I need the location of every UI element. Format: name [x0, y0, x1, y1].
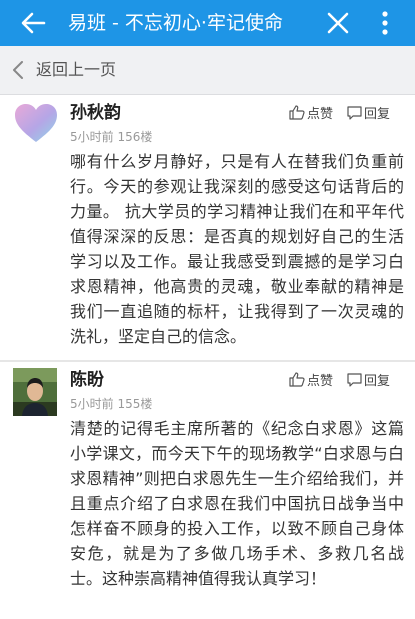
- comment-item: 陈盼 5小时前 155楼 点赞 回复 清楚的记得毛主席所著的《纪念白求恩》这篇小…: [0, 362, 415, 619]
- comment-body: 清楚的记得毛主席所著的《纪念白求恩》这篇小学课文，而今天下午的现场教学“白求恩与…: [70, 419, 404, 588]
- thumbs-up-icon: [289, 105, 305, 120]
- comment-item: 孙秋韵 5小时前 156楼 点赞 回复 哪有什么岁月静好，只是有人在替我们负重前…: [0, 95, 415, 360]
- username[interactable]: 孙秋韵: [70, 98, 121, 123]
- more-vertical-icon[interactable]: [380, 10, 390, 36]
- arrow-left-icon[interactable]: [20, 11, 46, 35]
- post-meta: 5小时前 155楼: [70, 397, 153, 411]
- comment-icon: [347, 105, 362, 120]
- page-title: 易班 - 不忘初心·牢记使命: [68, 12, 283, 34]
- like-button[interactable]: 点赞: [289, 370, 333, 389]
- title-bar: 易班 - 不忘初心·牢记使命: [0, 0, 415, 46]
- chevron-left-icon: [13, 61, 23, 79]
- like-label: 点赞: [307, 374, 334, 389]
- username[interactable]: 陈盼: [70, 365, 104, 390]
- reply-button[interactable]: 回复: [347, 370, 390, 389]
- post-meta: 5小时前 156楼: [70, 130, 153, 144]
- reply-button[interactable]: 回复: [347, 103, 390, 122]
- back-label: 返回上一页: [36, 60, 117, 79]
- comment-body: 哪有什么岁月静好，只是有人在替我们负重前行。今天的参观让我深刻的感受这句话背后的…: [70, 152, 404, 346]
- thumbs-up-icon: [289, 372, 305, 387]
- reply-label: 回复: [364, 374, 391, 389]
- like-button[interactable]: 点赞: [289, 103, 333, 122]
- comment-icon: [347, 372, 362, 387]
- heart-avatar[interactable]: [13, 101, 59, 145]
- back-bar[interactable]: 返回上一页: [0, 46, 415, 95]
- reply-label: 回复: [364, 107, 391, 122]
- close-icon[interactable]: [327, 12, 349, 34]
- like-label: 点赞: [307, 107, 334, 122]
- photo-avatar[interactable]: [13, 368, 57, 416]
